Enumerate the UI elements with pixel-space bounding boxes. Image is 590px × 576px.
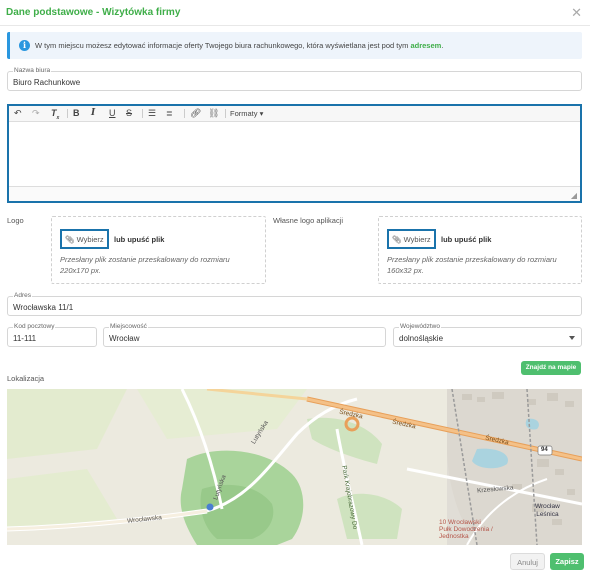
description-editor[interactable]: ↶ ↷ Tx B I U S ☰ ≣ 🔗︎ ⛓︎ Formaty ▾ ◢ <box>7 104 582 203</box>
dialog-header: Dane podstawowe - Wizytówka firmy ✕ <box>0 0 590 26</box>
postal-code-label: Kod pocztowy <box>13 323 56 331</box>
postal-code-value: 11-111 <box>13 334 37 343</box>
logo-hint-line1: Przesłany plik zostanie przeskalowany do… <box>60 255 230 264</box>
map-label-military-line2: Pułk Dowodzenia / <box>439 526 493 533</box>
save-button[interactable]: Zapisz <box>550 553 584 570</box>
province-value: dolnośląskie <box>399 334 444 343</box>
editor-toolbar: ↶ ↷ Tx B I U S ☰ ≣ 🔗︎ ⛓︎ Formaty ▾ <box>9 106 580 122</box>
app-logo-hint-line2: 160x32 px. <box>387 266 424 275</box>
app-logo-choose-button[interactable]: 📎︎ Wybierz <box>387 229 436 249</box>
logo-hint: Przesłany plik zostanie przeskalowany do… <box>60 254 230 276</box>
location-label: Lokalizacja <box>7 374 45 383</box>
close-icon[interactable]: ✕ <box>571 5 582 21</box>
undo-icon[interactable]: ↶ <box>14 108 22 119</box>
city-field[interactable]: Miejscowość Wrocław <box>103 323 386 347</box>
map-tiles <box>7 389 582 545</box>
numbered-list-icon[interactable]: ≣ <box>166 108 173 119</box>
province-label: Województwo <box>399 323 441 331</box>
toolbar-divider <box>142 109 143 118</box>
bold-icon[interactable]: B <box>73 108 80 119</box>
bullet-list-icon[interactable]: ☰ <box>148 108 156 119</box>
road-number: 94 <box>541 447 548 453</box>
info-message: W tym miejscu możesz edytować informacje… <box>35 41 409 50</box>
paperclip-icon: 📎︎ <box>392 235 402 244</box>
caret-down-icon: ▾ <box>259 109 264 118</box>
app-logo-hint: Przesłany plik zostanie przeskalowany do… <box>387 254 557 276</box>
office-name-field[interactable]: Nazwa biura Biuro Rachunkowe <box>7 67 582 91</box>
link-icon[interactable]: 🔗︎ <box>190 108 201 119</box>
city-value: Wrocław <box>109 334 140 343</box>
info-text: W tym miejscu możesz edytować informacje… <box>35 41 443 50</box>
province-select[interactable]: Województwo dolnośląskie <box>393 323 582 347</box>
cancel-button[interactable]: Anuluj <box>510 553 545 570</box>
map-label-lesnica: Leśnica <box>536 511 559 518</box>
paperclip-icon: 📎︎ <box>65 235 75 244</box>
logo-drop-text: lub upuść plik <box>114 235 165 244</box>
map-label-military-line1: 10 Wrocławski <box>439 519 481 526</box>
info-icon: i <box>19 40 30 51</box>
editor-content[interactable] <box>9 122 580 186</box>
info-banner: i W tym miejscu możesz edytować informac… <box>7 32 582 59</box>
street-field[interactable]: Adres Wrocławska 11/1 <box>7 292 582 316</box>
street-label: Adres <box>13 292 32 300</box>
toolbar-divider <box>225 109 226 118</box>
logo-dropzone[interactable]: 📎︎ Wybierz lub upuść plik Przesłany plik… <box>51 216 266 284</box>
toolbar-divider <box>67 109 68 118</box>
logo-choose-label: Wybierz <box>76 235 104 244</box>
unlink-icon[interactable]: ⛓︎ <box>208 108 219 119</box>
app-logo-drop-text: lub upuść plik <box>441 235 492 244</box>
address-link[interactable]: adresem <box>410 41 441 50</box>
info-end: . <box>441 41 444 50</box>
app-logo-hint-line1: Przesłany plik zostanie przeskalowany do… <box>387 255 557 264</box>
toolbar-divider <box>184 109 185 118</box>
redo-icon[interactable]: ↷ <box>32 108 40 119</box>
logo-choose-button[interactable]: 📎︎ Wybierz <box>60 229 109 249</box>
location-map[interactable]: Średzka Średzka Średzka Lutyńska Lutyńsk… <box>7 389 582 545</box>
dialog-title: Dane podstawowe - Wizytówka firmy <box>6 7 181 18</box>
app-logo-choose-label: Wybierz <box>403 235 431 244</box>
office-name-value: Biuro Rachunkowe <box>13 78 81 87</box>
map-label-wroclaw-lesnica: Wrocław Leśnica <box>535 503 560 519</box>
city-label: Miejscowość <box>109 323 148 331</box>
formats-dropdown[interactable]: Formaty ▾ <box>230 108 263 119</box>
logo-hint-line2: 220x170 px. <box>60 266 101 275</box>
postal-code-field[interactable]: Kod pocztowy 11-111 <box>7 323 97 347</box>
app-logo-label: Własne logo aplikacji <box>273 216 344 225</box>
strikethrough-icon[interactable]: S <box>126 108 132 119</box>
map-label-military: 10 Wrocławski Pułk Dowodzenia / Jednostk… <box>439 519 493 540</box>
map-label-wroclaw: Wrocław <box>535 503 560 510</box>
logo-label: Logo <box>7 216 24 225</box>
find-on-map-button[interactable]: Znajdź na mapie <box>521 361 581 375</box>
chevron-down-icon <box>569 336 575 340</box>
underline-icon[interactable]: U <box>109 108 116 119</box>
formats-label: Formaty <box>230 109 258 118</box>
map-label-military-line3: Jednostka <box>439 533 469 540</box>
app-logo-dropzone[interactable]: 📎︎ Wybierz lub upuść plik Przesłany plik… <box>378 216 582 284</box>
italic-icon[interactable]: I <box>91 108 95 119</box>
office-name-label: Nazwa biura <box>13 67 52 75</box>
editor-statusbar: ◢ <box>9 186 580 201</box>
street-value: Wrocławska 11/1 <box>13 303 74 312</box>
resize-grip-icon[interactable]: ◢ <box>571 191 577 200</box>
